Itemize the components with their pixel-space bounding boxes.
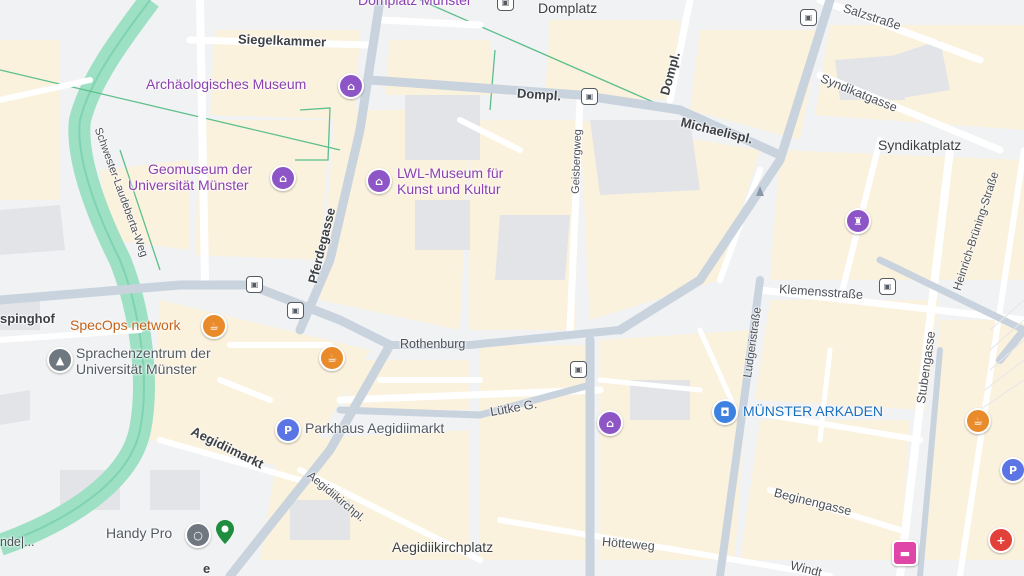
cafe-icon[interactable]: ☕ [201,313,227,339]
poi-label-domplatz-muenster[interactable]: Domplatz Münster [358,0,472,8]
museum-icon[interactable]: ⌂ [338,73,364,99]
poi-label-archaeologisches-museum[interactable]: Archäologisches Museum [146,77,306,92]
school-icon[interactable]: ▲ [47,347,73,373]
poi-label-handy-pro[interactable]: Handy Pro [106,526,172,541]
place-label-aegidiikirchplatz: Aegidiikirchplatz [392,539,494,555]
street-label-dompl: Dompl. [516,85,562,104]
street-label-spinghof: spinghof [0,311,55,326]
street-label-siegelkammer: Siegelkammer [237,31,327,50]
poi-label-geomuseum-line2[interactable]: Universität Münster [128,178,249,193]
museum-icon[interactable]: ⌂ [366,168,392,194]
poi-label-sprachen-line2[interactable]: Universität Münster [76,362,197,377]
bus-stop-icon[interactable]: ▣ [246,276,263,293]
location-pin-icon[interactable] [216,520,234,544]
hotel-icon[interactable]: ▬ [892,540,918,566]
poi-label-parkhaus[interactable]: Parkhaus Aegidiimarkt [305,421,444,436]
cafe-icon[interactable]: ☕ [965,408,991,434]
place-label-syndikatplatz: Syndikatplatz [878,137,962,153]
poi-label-lwl-line1[interactable]: LWL-Museum für [397,166,503,181]
street-label-geisbergweg: Geisbergweg [569,128,585,195]
poi-label-geomuseum-line1[interactable]: Geomuseum der [148,162,252,177]
museum-icon[interactable]: ⌂ [270,165,296,191]
cafe-icon[interactable]: ☕ [319,345,345,371]
bus-stop-icon[interactable]: ▣ [800,9,817,26]
shopping-icon[interactable]: ◘ [712,399,738,425]
bus-stop-icon[interactable]: ▣ [581,88,598,105]
poi-label-specops[interactable]: SpecOps network [70,318,181,333]
museum-icon[interactable]: ♜ [845,208,871,234]
street-label-edge-e: e [203,561,211,576]
poi-label-muenster-arkaden[interactable]: MÜNSTER ARKADEN [743,404,883,419]
bus-stop-icon[interactable]: ▣ [570,361,587,378]
bus-stop-icon[interactable]: ▣ [879,278,896,295]
place-label-domplatz: Domplatz [538,0,598,16]
hospital-icon[interactable]: + [988,527,1014,553]
street-label-rothenburg: Rothenburg [400,337,466,351]
parking-icon[interactable]: P [1000,457,1024,483]
bus-stop-icon[interactable]: ▣ [287,302,304,319]
street-label-ende: nde|... [0,535,35,549]
location-pin-icon[interactable]: ○ [185,522,211,548]
poi-label-lwl-line2[interactable]: Kunst und Kultur [397,182,501,197]
poi-label-sprachen-line1[interactable]: Sprachenzentrum der [76,346,211,361]
museum-icon[interactable]: ⌂ [597,410,623,436]
parking-icon[interactable]: P [275,417,301,443]
bus-stop-icon[interactable]: ▣ [497,0,514,11]
map-canvas[interactable]: ▣ ▣ ▣ ▣ ▣ ▣ ▣ ⌂ ⌂ ⌂ ⌂ ♜ ☕ ☕ ☕ ▲ P P ◘ ○ … [0,0,1024,576]
